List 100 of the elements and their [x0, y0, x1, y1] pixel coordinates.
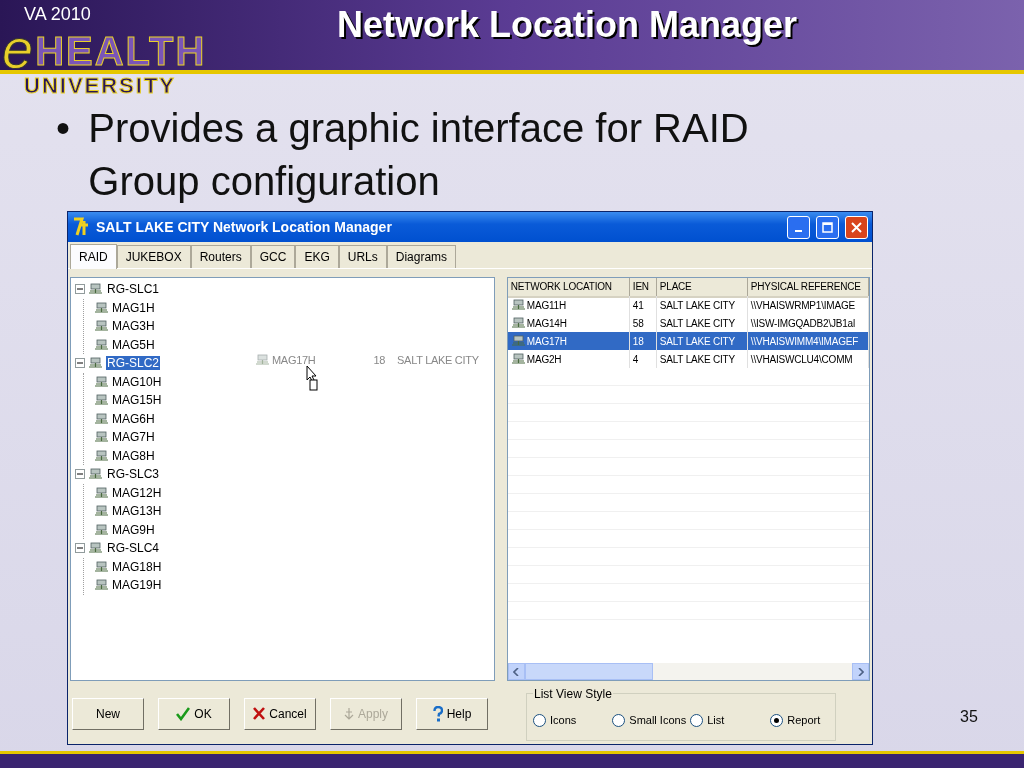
maximize-icon — [822, 221, 833, 233]
server-icon — [94, 412, 109, 425]
radio-option[interactable]: Small Icons — [612, 713, 687, 727]
tree-item[interactable]: RG-SLC3 — [106, 467, 160, 482]
server-icon — [94, 431, 109, 444]
group-title: List View Style — [533, 686, 613, 701]
tab[interactable]: Routers — [190, 245, 251, 268]
page-number: 35 — [960, 708, 978, 726]
radio-icon[interactable] — [770, 713, 784, 727]
minimize-icon — [795, 230, 802, 232]
radio-icon[interactable] — [690, 713, 704, 727]
column-header[interactable]: PLACE — [656, 278, 748, 298]
slide-title: Network Location Manager — [336, 4, 798, 46]
collapse-icon[interactable] — [75, 469, 85, 480]
logo-year: VA 2010 — [24, 4, 92, 25]
server-icon — [94, 486, 109, 499]
server-icon — [510, 299, 526, 311]
close-icon — [851, 221, 862, 233]
dialog-button[interactable]: OK — [158, 697, 230, 730]
column-header[interactable]: NETWORK LOCATION — [507, 278, 630, 298]
tree-item[interactable]: MAG6H — [111, 411, 156, 426]
tab[interactable]: URLs — [338, 245, 387, 268]
server-icon — [94, 375, 109, 388]
tree-item[interactable]: MAG10H — [111, 374, 163, 389]
server-icon — [88, 542, 103, 555]
server-icon — [88, 283, 103, 296]
logo-letter: e — [2, 25, 34, 73]
bullet-text: Provides a graphic interface for RAID Group configuration — [88, 105, 750, 205]
radio-option[interactable]: Report — [770, 713, 821, 727]
table-cell: SALT LAKE CITY — [656, 332, 748, 350]
window-title: SALT LAKE CITY Network Location Manager — [96, 219, 393, 235]
close-icon — [253, 707, 266, 720]
table-cell: 18 — [629, 332, 657, 350]
radio-option[interactable]: Icons — [533, 713, 577, 727]
server-icon — [94, 394, 109, 407]
tab[interactable]: RAID — [70, 244, 117, 269]
maximize-button[interactable] — [816, 215, 839, 239]
table-cell: 41 — [629, 296, 657, 314]
table-cell: MAG11H — [507, 296, 630, 314]
server-icon — [94, 560, 109, 573]
table-cell: 4 — [629, 350, 657, 368]
tree-item[interactable]: RG-SLC2 — [106, 356, 160, 371]
column-header[interactable]: IEN — [629, 278, 657, 298]
tree-item[interactable]: MAG19H — [111, 578, 163, 593]
drag-ghost-text: MAG17H — [272, 354, 316, 366]
server-icon — [88, 357, 103, 370]
scroll-right-icon — [857, 667, 864, 676]
server-icon — [510, 317, 526, 329]
server-icon — [255, 354, 270, 366]
tree-item[interactable]: MAG8H — [111, 448, 156, 463]
tree-item[interactable]: MAG12H — [111, 485, 163, 500]
radio-icon[interactable] — [533, 713, 546, 727]
tree-item[interactable]: MAG15H — [111, 393, 163, 408]
tree-item[interactable]: MAG1H — [111, 300, 156, 315]
app-logo-icon — [72, 217, 90, 237]
table-cell: MAG17H — [507, 332, 630, 350]
tab[interactable]: GCC — [250, 245, 296, 268]
table-cell: \\VHAISWRMP1\IMAGE — [747, 296, 869, 314]
tab[interactable]: EKG — [295, 245, 339, 268]
collapse-icon[interactable] — [75, 284, 85, 295]
collapse-icon[interactable] — [75, 543, 85, 554]
check-icon — [176, 706, 191, 721]
tree-item[interactable]: RG-SLC4 — [106, 541, 160, 556]
tree-item[interactable]: MAG5H — [111, 337, 156, 352]
server-icon — [94, 301, 109, 314]
table-cell: MAG2H — [507, 350, 630, 368]
tree-item[interactable]: MAG7H — [111, 430, 156, 445]
dialog-button[interactable]: Cancel — [244, 697, 316, 730]
tree-item[interactable]: RG-SLC1 — [106, 282, 160, 297]
server-icon — [510, 335, 526, 347]
server-icon — [94, 505, 109, 518]
scrollbar[interactable] — [507, 663, 869, 680]
tree-item[interactable]: MAG13H — [111, 504, 163, 519]
tab[interactable]: Diagrams — [386, 245, 457, 268]
server-icon — [94, 579, 109, 592]
help-icon — [432, 705, 443, 722]
server-icon — [94, 449, 109, 462]
server-icon — [94, 338, 109, 351]
minimize-button[interactable] — [787, 215, 810, 239]
table-cell: SALT LAKE CITY — [656, 296, 748, 314]
scroll-left-icon — [513, 667, 520, 676]
tree-item[interactable]: MAG18H — [111, 559, 163, 574]
bullet-icon: • — [56, 102, 89, 208]
dialog-button[interactable]: Help — [416, 697, 488, 730]
table-cell: \\VHAISWCLU4\COMM — [747, 350, 869, 368]
dialog-button[interactable]: New — [72, 697, 144, 730]
tree-item[interactable]: MAG9H — [111, 522, 156, 537]
cursor-icon — [306, 365, 318, 391]
drag-ghost-text: 18 — [373, 354, 386, 366]
radio-option[interactable]: List — [690, 713, 725, 727]
server-icon — [94, 320, 109, 333]
close-button[interactable] — [845, 215, 868, 239]
logo-word: HEALTH — [35, 29, 207, 73]
collapse-icon[interactable] — [75, 358, 85, 369]
column-header[interactable]: PHYSICAL REFERENCE — [747, 278, 869, 298]
tab[interactable]: JUKEBOX — [116, 245, 191, 268]
table-cell: SALT LAKE CITY — [656, 350, 748, 368]
tree-item[interactable]: MAG3H — [111, 319, 156, 334]
radio-icon[interactable] — [612, 713, 626, 727]
drag-ghost-text: SALT LAKE CITY — [397, 354, 479, 366]
